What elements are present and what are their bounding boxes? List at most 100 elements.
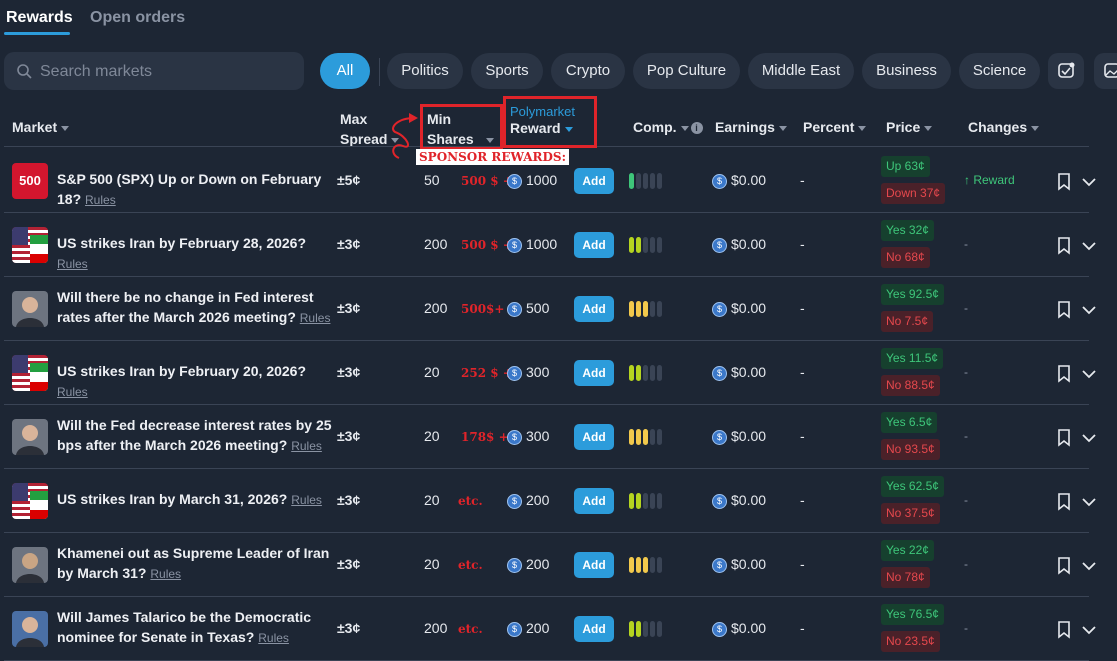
chevron-down-icon[interactable]	[1081, 560, 1097, 572]
table-row[interactable]: Khamenei out as Supreme Leader of Iran b…	[0, 533, 1117, 597]
market-title-text: US strikes Iran by March 31, 2026?	[57, 491, 288, 507]
yes-price-badge[interactable]: Yes 32¢	[881, 220, 934, 241]
bookmark-icon[interactable]	[1057, 365, 1071, 383]
no-price-badge[interactable]: Down 37¢	[881, 183, 946, 204]
competition-bar	[650, 493, 655, 509]
rules-link[interactable]: Rules	[57, 385, 88, 399]
yes-price-badge[interactable]: Up 63¢	[881, 156, 930, 177]
add-button[interactable]: Add	[574, 296, 614, 322]
chevron-down-icon[interactable]	[1081, 304, 1097, 316]
chevron-down-icon[interactable]	[1081, 176, 1097, 188]
chip-sports[interactable]: Sports	[471, 53, 543, 89]
market-title[interactable]: US strikes Iran by February 20, 2026? Ru…	[57, 361, 335, 402]
market-title[interactable]: Will James Talarico be the Democratic no…	[57, 607, 335, 648]
info-icon[interactable]: i	[690, 122, 703, 135]
chevron-down-icon[interactable]	[1081, 496, 1097, 508]
no-price-badge[interactable]: No 78¢	[881, 567, 930, 588]
col-percent[interactable]: Percent	[803, 119, 867, 135]
no-price-badge[interactable]: No 68¢	[881, 247, 930, 268]
sponsor-reward-note: etc.	[458, 622, 483, 636]
rules-link[interactable]: Rules	[291, 439, 322, 453]
market-title[interactable]: Will there be no change in Fed interest …	[57, 287, 335, 328]
market-title[interactable]: Will the Fed decrease interest rates by …	[57, 415, 335, 456]
rules-link[interactable]: Rules	[300, 311, 331, 325]
notification-settings-button[interactable]	[1048, 53, 1084, 89]
sponsor-reward-note: 500 $ +	[461, 238, 513, 252]
col-changes[interactable]: Changes	[968, 119, 1040, 135]
changes-value: -	[964, 621, 968, 635]
no-price-badge[interactable]: No 88.5¢	[881, 375, 940, 396]
chip-science[interactable]: Science	[959, 53, 1040, 89]
tab-rewards[interactable]: Rewards	[6, 9, 73, 27]
add-button[interactable]: Add	[574, 168, 614, 194]
competition-bar	[636, 237, 641, 253]
add-button[interactable]: Add	[574, 488, 614, 514]
col-earnings[interactable]: Earnings	[715, 119, 787, 135]
chip-politics[interactable]: Politics	[387, 53, 463, 89]
search-box[interactable]: Search markets	[4, 52, 304, 90]
changes-value: -	[964, 301, 968, 315]
market-title[interactable]: Khamenei out as Supreme Leader of Iran b…	[57, 543, 335, 584]
reward-value: $500	[507, 300, 549, 317]
rules-link[interactable]: Rules	[150, 567, 181, 581]
no-price-badge[interactable]: No 7.5¢	[881, 311, 934, 332]
rules-link[interactable]: Rules	[258, 631, 289, 645]
table-row[interactable]: US strikes Iran by February 28, 2026? Ru…	[0, 213, 1117, 277]
rules-link[interactable]: Rules	[85, 193, 116, 207]
rules-link[interactable]: Rules	[291, 493, 322, 507]
yes-price-badge[interactable]: Yes 76.5¢	[881, 604, 944, 625]
add-button[interactable]: Add	[574, 232, 614, 258]
yes-price-badge[interactable]: Yes 6.5¢	[881, 412, 938, 433]
usdc-coin-icon: $	[507, 237, 522, 253]
table-row[interactable]: 500 S&P 500 (SPX) Up or Down on February…	[0, 149, 1117, 213]
reward-amount: 200	[526, 492, 550, 508]
bookmark-icon[interactable]	[1057, 173, 1071, 191]
col-market[interactable]: Market	[12, 119, 70, 135]
bookmark-icon[interactable]	[1057, 493, 1071, 511]
table-row[interactable]: US strikes Iran by February 20, 2026? Ru…	[0, 341, 1117, 405]
col-price[interactable]: Price	[886, 119, 933, 135]
table-row[interactable]: US strikes Iran by March 31, 2026? Rules…	[0, 469, 1117, 533]
no-price-badge[interactable]: No 37.5¢	[881, 503, 940, 524]
min-shares-value: 50	[424, 172, 440, 188]
layout-button[interactable]	[1094, 53, 1117, 89]
market-title[interactable]: US strikes Iran by March 31, 2026? Rules	[57, 489, 335, 510]
chip-pop-culture[interactable]: Pop Culture	[633, 53, 740, 89]
bookmark-icon[interactable]	[1057, 429, 1071, 447]
bookmark-icon[interactable]	[1057, 557, 1071, 575]
competition-bar	[643, 557, 648, 573]
search-input[interactable]: Search markets	[40, 63, 152, 81]
max-spread-value: ±3¢	[337, 364, 361, 380]
market-title[interactable]: US strikes Iran by February 28, 2026? Ru…	[57, 233, 335, 274]
table-row[interactable]: Will the Fed decrease interest rates by …	[0, 405, 1117, 469]
rules-link[interactable]: Rules	[57, 257, 88, 271]
earnings-value: $ $0.00	[712, 428, 766, 445]
chip-middle-east[interactable]: Middle East	[748, 53, 854, 89]
chip-all[interactable]: All	[320, 53, 370, 89]
bookmark-icon[interactable]	[1057, 237, 1071, 255]
bookmark-icon[interactable]	[1057, 621, 1071, 639]
add-button[interactable]: Add	[574, 424, 614, 450]
yes-price-badge[interactable]: Yes 22¢	[881, 540, 934, 561]
add-button[interactable]: Add	[574, 616, 614, 642]
tab-open-orders[interactable]: Open orders	[90, 9, 185, 27]
chevron-down-icon[interactable]	[1081, 240, 1097, 252]
add-button[interactable]: Add	[574, 360, 614, 386]
table-row[interactable]: Will James Talarico be the Democratic no…	[0, 597, 1117, 661]
market-title[interactable]: S&P 500 (SPX) Up or Down on February 18?…	[57, 169, 335, 210]
yes-price-badge[interactable]: Yes 62.5¢	[881, 476, 944, 497]
yes-price-badge[interactable]: Yes 92.5¢	[881, 284, 944, 305]
bookmark-icon[interactable]	[1057, 301, 1071, 319]
chevron-down-icon[interactable]	[1081, 624, 1097, 636]
no-price-badge[interactable]: No 93.5¢	[881, 439, 940, 460]
table-row[interactable]: Will there be no change in Fed interest …	[0, 277, 1117, 341]
chip-business[interactable]: Business	[862, 53, 951, 89]
add-button[interactable]: Add	[574, 552, 614, 578]
col-comp[interactable]: Comp. i	[633, 119, 703, 135]
chevron-down-icon[interactable]	[1081, 368, 1097, 380]
chip-crypto[interactable]: Crypto	[551, 53, 625, 89]
col-earnings-label: Earnings	[715, 119, 775, 135]
yes-price-badge[interactable]: Yes 11.5¢	[881, 348, 944, 369]
chevron-down-icon[interactable]	[1081, 432, 1097, 444]
no-price-badge[interactable]: No 23.5¢	[881, 631, 940, 652]
